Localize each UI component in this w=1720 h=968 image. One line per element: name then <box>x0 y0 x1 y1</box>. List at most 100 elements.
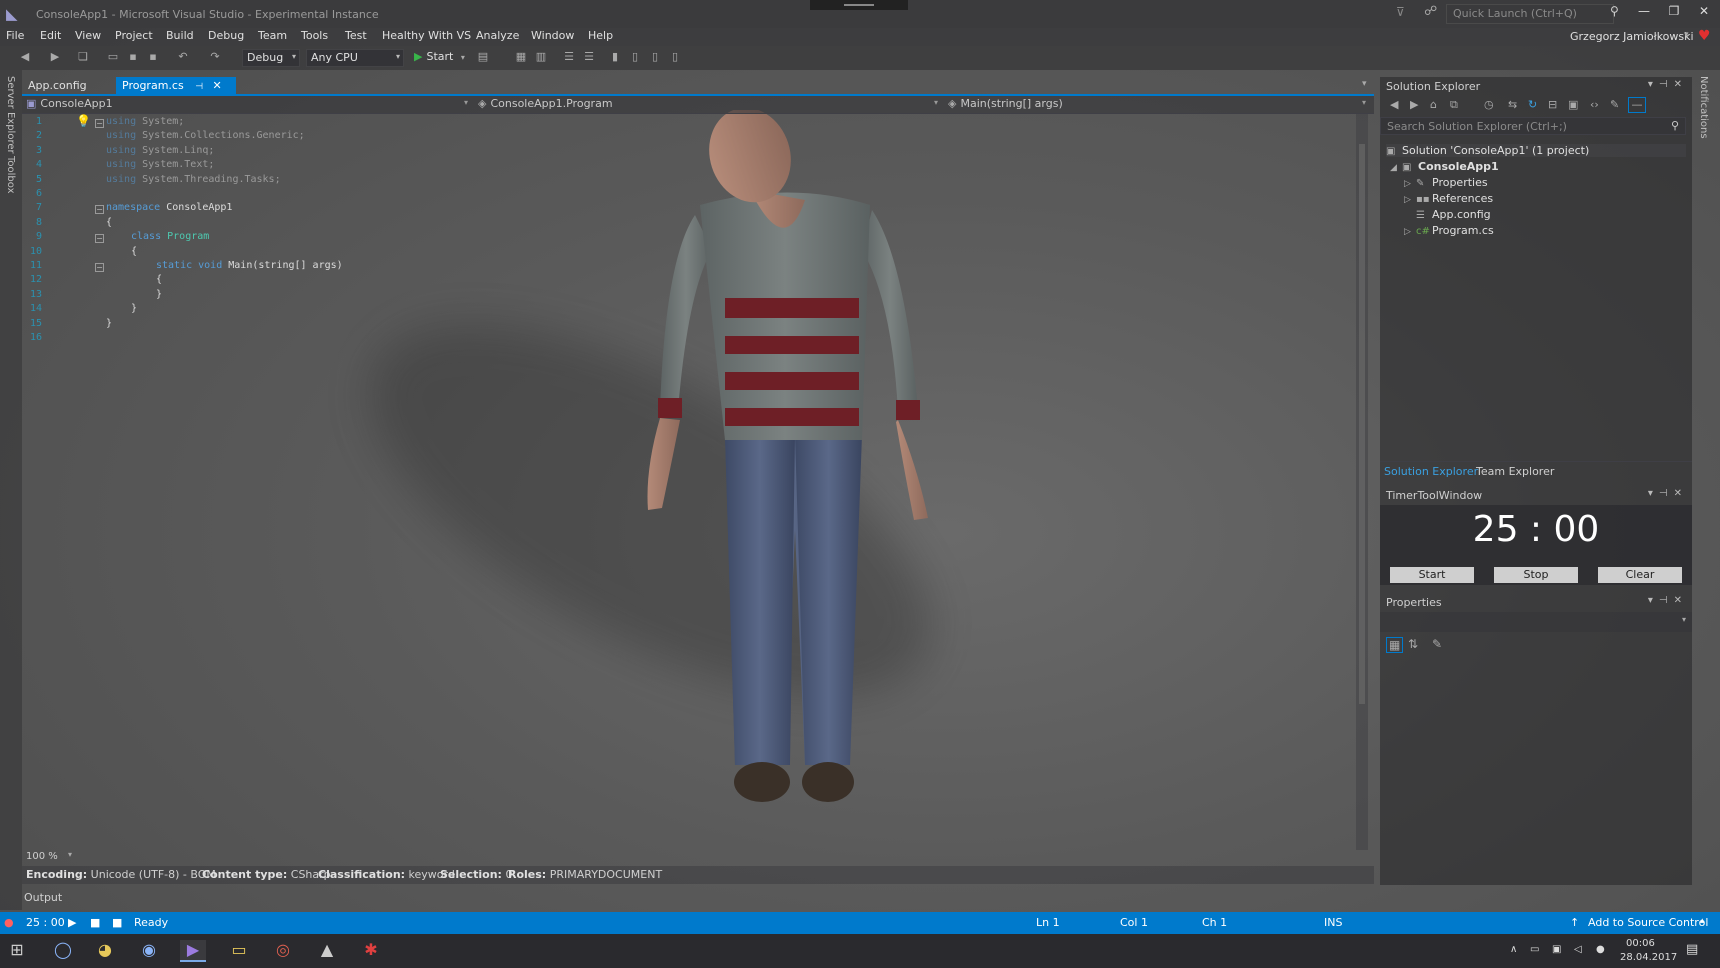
scrollbar-thumb[interactable] <box>1359 144 1365 704</box>
navigate-forward-icon[interactable]: ▶ <box>48 50 62 64</box>
search-icon[interactable]: ⚲ <box>1610 4 1619 18</box>
menu-debug[interactable]: Debug <box>208 29 244 42</box>
refresh-icon[interactable]: ↻ <box>1528 98 1537 111</box>
collapsed-arrow-icon[interactable]: ▷ <box>1404 227 1416 237</box>
feedback-icon[interactable]: ☍ <box>1424 4 1437 19</box>
start-debugging-button[interactable]: ▶ Start ▾ <box>414 50 465 63</box>
add-to-source-control[interactable]: Add to Source Control <box>1588 916 1708 929</box>
tab-app-config[interactable]: App.config <box>22 77 93 94</box>
tab-list-chevron-icon[interactable]: ▾ <box>1362 79 1367 89</box>
code-line[interactable]: using System.Text; <box>106 159 214 170</box>
network-icon[interactable]: ▣ <box>1552 944 1561 955</box>
code-line[interactable]: static void Main(string[] args) <box>156 260 343 271</box>
back-icon[interactable]: ◀ <box>1390 98 1398 111</box>
status-clear-icon[interactable]: ■ <box>112 916 122 929</box>
show-all-files-icon[interactable]: ▣ <box>1568 98 1578 111</box>
solution-platform-dropdown[interactable]: Any CPU ▾ <box>306 49 404 67</box>
editor-vertical-scrollbar[interactable] <box>1356 114 1368 850</box>
code-line[interactable]: using System.Threading.Tasks; <box>106 174 281 185</box>
window-controls[interactable]: ▾⊣✕ <box>1648 595 1688 606</box>
tree-properties[interactable]: ▷ ✎ Properties <box>1404 176 1488 189</box>
menu-project[interactable]: Project <box>115 29 153 42</box>
app-icon[interactable]: ◕ <box>92 940 118 962</box>
zoom-level[interactable]: 100 % <box>26 851 58 862</box>
cortana-search-icon[interactable]: ◯ <box>50 940 76 962</box>
solution-explorer-search-input[interactable]: Search Solution Explorer (Ctrl+;) ⚲ <box>1380 117 1686 135</box>
type-dropdown[interactable]: ◈ ConsoleApp1.Program ▾ <box>478 97 940 113</box>
alphabetical-icon[interactable]: ⇅ <box>1408 637 1418 651</box>
daz-studio-icon[interactable]: ✱ <box>358 940 384 962</box>
collapse-region-icon[interactable]: − <box>95 119 104 128</box>
undo-icon[interactable]: ↶ <box>176 50 190 64</box>
quick-launch-input[interactable]: Quick Launch (Ctrl+Q) <box>1446 4 1614 24</box>
indent-icon[interactable]: ☰ <box>562 50 576 64</box>
menu-healthy-with-vs[interactable]: Healthy With VS <box>382 29 471 42</box>
onedrive-icon[interactable]: ● <box>1596 944 1605 955</box>
code-line[interactable]: { <box>131 246 137 257</box>
home-icon[interactable]: ⌂ <box>1430 98 1437 111</box>
chevron-down-icon[interactable]: ▾ <box>1684 30 1689 40</box>
navigate-back-icon[interactable]: ◀ <box>18 50 32 64</box>
chrome-icon[interactable]: ◎ <box>270 940 296 962</box>
chevron-up-icon[interactable]: ▴ <box>1700 916 1705 926</box>
clock-date[interactable]: 28.04.2017 <box>1620 952 1677 963</box>
collapse-region-icon[interactable]: − <box>95 234 104 244</box>
status-stop-icon[interactable]: ■ <box>90 916 100 929</box>
property-pages-icon[interactable]: ✎ <box>1432 637 1442 651</box>
next-bookmark-icon[interactable]: ▯ <box>648 50 662 64</box>
restore-button[interactable]: ❐ <box>1662 4 1686 22</box>
sync-icon[interactable]: ⇆ <box>1508 98 1517 111</box>
visual-studio-taskbar-icon[interactable]: ▶ <box>180 940 206 962</box>
tree-program-cs[interactable]: ▷ c# Program.cs <box>1404 224 1494 237</box>
code-line[interactable]: using System; <box>106 116 184 127</box>
find-in-files-icon[interactable]: ▥ <box>534 50 548 64</box>
tab-team-explorer[interactable]: Team Explorer <box>1476 465 1554 478</box>
switch-views-icon[interactable]: ⧉ <box>1450 98 1458 112</box>
save-icon[interactable]: ▪ <box>126 50 140 64</box>
toolbox-tab[interactable]: Toolbox <box>5 156 16 194</box>
menu-analyze[interactable]: Analyze <box>476 29 519 42</box>
output-tab[interactable]: Output <box>24 891 62 904</box>
server-explorer-tab[interactable]: Server Explorer <box>5 76 16 154</box>
tray-chevron-icon[interactable]: ∧ <box>1510 944 1517 955</box>
redo-icon[interactable]: ↷ <box>208 50 222 64</box>
categorized-icon[interactable]: ▦ <box>1386 637 1404 653</box>
photos-icon[interactable]: ▲ <box>314 940 340 962</box>
action-center-icon[interactable]: ▤ <box>1686 942 1698 957</box>
timer-clear-button[interactable]: Clear <box>1598 567 1682 583</box>
collapse-all-icon[interactable]: ⊟ <box>1548 98 1557 111</box>
tree-solution[interactable]: ▣ Solution 'ConsoleApp1' (1 project) <box>1386 144 1686 157</box>
menu-view[interactable]: View <box>75 29 101 42</box>
collapse-region-icon[interactable]: − <box>95 263 104 272</box>
properties-wrench-icon[interactable]: ✎ <box>1610 98 1619 111</box>
code-line[interactable]: using System.Linq; <box>106 145 214 156</box>
minimize-button[interactable]: — <box>1632 4 1656 22</box>
solution-configuration-dropdown[interactable]: Debug ▾ <box>242 49 300 67</box>
menu-team[interactable]: Team <box>258 29 287 42</box>
properties-object-dropdown[interactable]: ▾ <box>1380 612 1692 632</box>
menu-file[interactable]: File <box>6 29 24 42</box>
preview-icon[interactable]: — <box>1628 97 1646 113</box>
close-tab-icon[interactable]: ✕ <box>213 79 222 92</box>
collapse-region-icon[interactable]: − <box>95 205 104 215</box>
project-dropdown[interactable]: ▣ ConsoleApp1 ▾ <box>26 97 470 113</box>
notification-filter-icon[interactable]: ⊽ <box>1396 5 1405 19</box>
timer-start-button[interactable]: Start <box>1390 567 1474 583</box>
collapsed-arrow-icon[interactable]: ▷ <box>1404 195 1416 205</box>
tab-program-cs[interactable]: Program.cs ⊣ ✕ <box>116 77 236 94</box>
bookmark-icon[interactable]: ▮ <box>608 50 622 64</box>
open-file-icon[interactable]: ▭ <box>106 50 120 64</box>
lightbulb-icon[interactable]: 💡 <box>76 114 91 128</box>
remote-icon[interactable]: ◉ <box>136 940 162 962</box>
member-dropdown[interactable]: ◈ Main(string[] args) ▾ <box>948 97 1368 113</box>
tree-project[interactable]: ◢ ▣ ConsoleApp1 <box>1390 160 1499 173</box>
pin-icon[interactable]: ⊣ <box>195 82 203 92</box>
code-line[interactable]: using System.Collections.Generic; <box>106 130 305 141</box>
forward-icon[interactable]: ▶ <box>1410 98 1418 111</box>
timer-stop-button[interactable]: Stop <box>1494 567 1578 583</box>
battery-icon[interactable]: ▭ <box>1530 944 1539 955</box>
solution-folder-icon[interactable]: ▦ <box>514 50 528 64</box>
code-line[interactable]: } <box>156 289 162 300</box>
tree-references[interactable]: ▷ ▪▪ References <box>1404 192 1493 205</box>
volume-icon[interactable]: ◁ <box>1574 944 1582 955</box>
